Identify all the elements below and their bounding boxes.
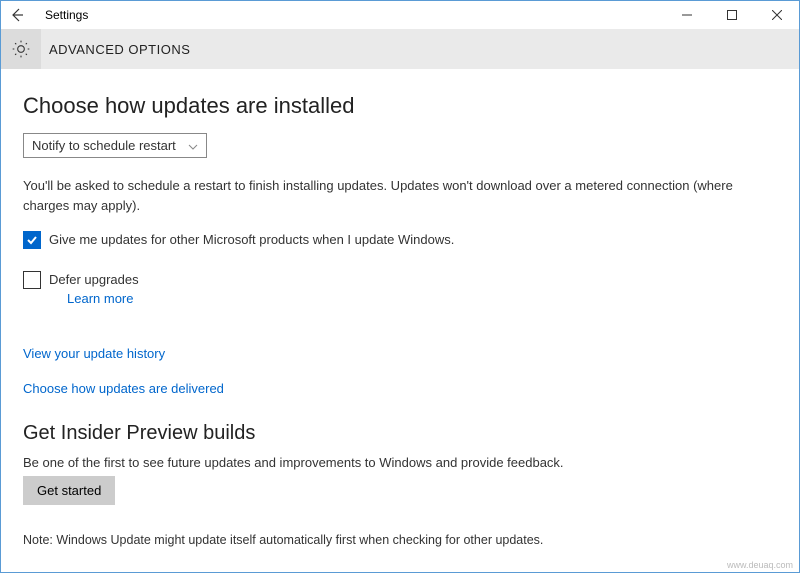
titlebar: Settings bbox=[1, 1, 799, 29]
checkbox-row-products: Give me updates for other Microsoft prod… bbox=[23, 231, 777, 249]
back-button[interactable] bbox=[1, 1, 33, 29]
dropdown-value: Notify to schedule restart bbox=[32, 138, 176, 153]
learn-more-link[interactable]: Learn more bbox=[67, 291, 139, 306]
minimize-button[interactable] bbox=[664, 1, 709, 29]
gear-icon-box bbox=[1, 29, 41, 69]
chevron-down-icon bbox=[188, 138, 198, 153]
checkbox-other-products-label: Give me updates for other Microsoft prod… bbox=[49, 231, 454, 249]
page-header: ADVANCED OPTIONS bbox=[1, 29, 799, 69]
content-area: Choose how updates are installed Notify … bbox=[1, 69, 799, 557]
insider-description: Be one of the first to see future update… bbox=[23, 455, 777, 470]
footer-note: Note: Windows Update might update itself… bbox=[23, 533, 777, 547]
view-history-link[interactable]: View your update history bbox=[23, 346, 777, 361]
arrow-left-icon bbox=[9, 7, 25, 23]
maximize-button[interactable] bbox=[709, 1, 754, 29]
maximize-icon bbox=[727, 10, 737, 20]
window-controls bbox=[664, 1, 799, 29]
window-title: Settings bbox=[45, 8, 88, 22]
install-description: You'll be asked to schedule a restart to… bbox=[23, 176, 743, 215]
checkbox-defer-upgrades[interactable] bbox=[23, 271, 41, 289]
install-mode-dropdown[interactable]: Notify to schedule restart bbox=[23, 133, 207, 158]
check-icon bbox=[26, 234, 38, 246]
section-heading-updates: Choose how updates are installed bbox=[23, 93, 777, 119]
checkbox-defer-label: Defer upgrades bbox=[49, 271, 139, 289]
section-heading-insider: Get Insider Preview builds bbox=[23, 422, 777, 445]
close-button[interactable] bbox=[754, 1, 799, 29]
gear-icon bbox=[11, 39, 31, 59]
minimize-icon bbox=[682, 10, 692, 20]
close-icon bbox=[772, 10, 782, 20]
delivery-link[interactable]: Choose how updates are delivered bbox=[23, 381, 777, 396]
page-title: ADVANCED OPTIONS bbox=[49, 42, 190, 57]
get-started-button[interactable]: Get started bbox=[23, 476, 115, 505]
checkbox-row-defer: Defer upgrades Learn more bbox=[23, 271, 777, 312]
watermark: www.deuaq.com bbox=[727, 560, 793, 570]
checkbox-other-products[interactable] bbox=[23, 231, 41, 249]
